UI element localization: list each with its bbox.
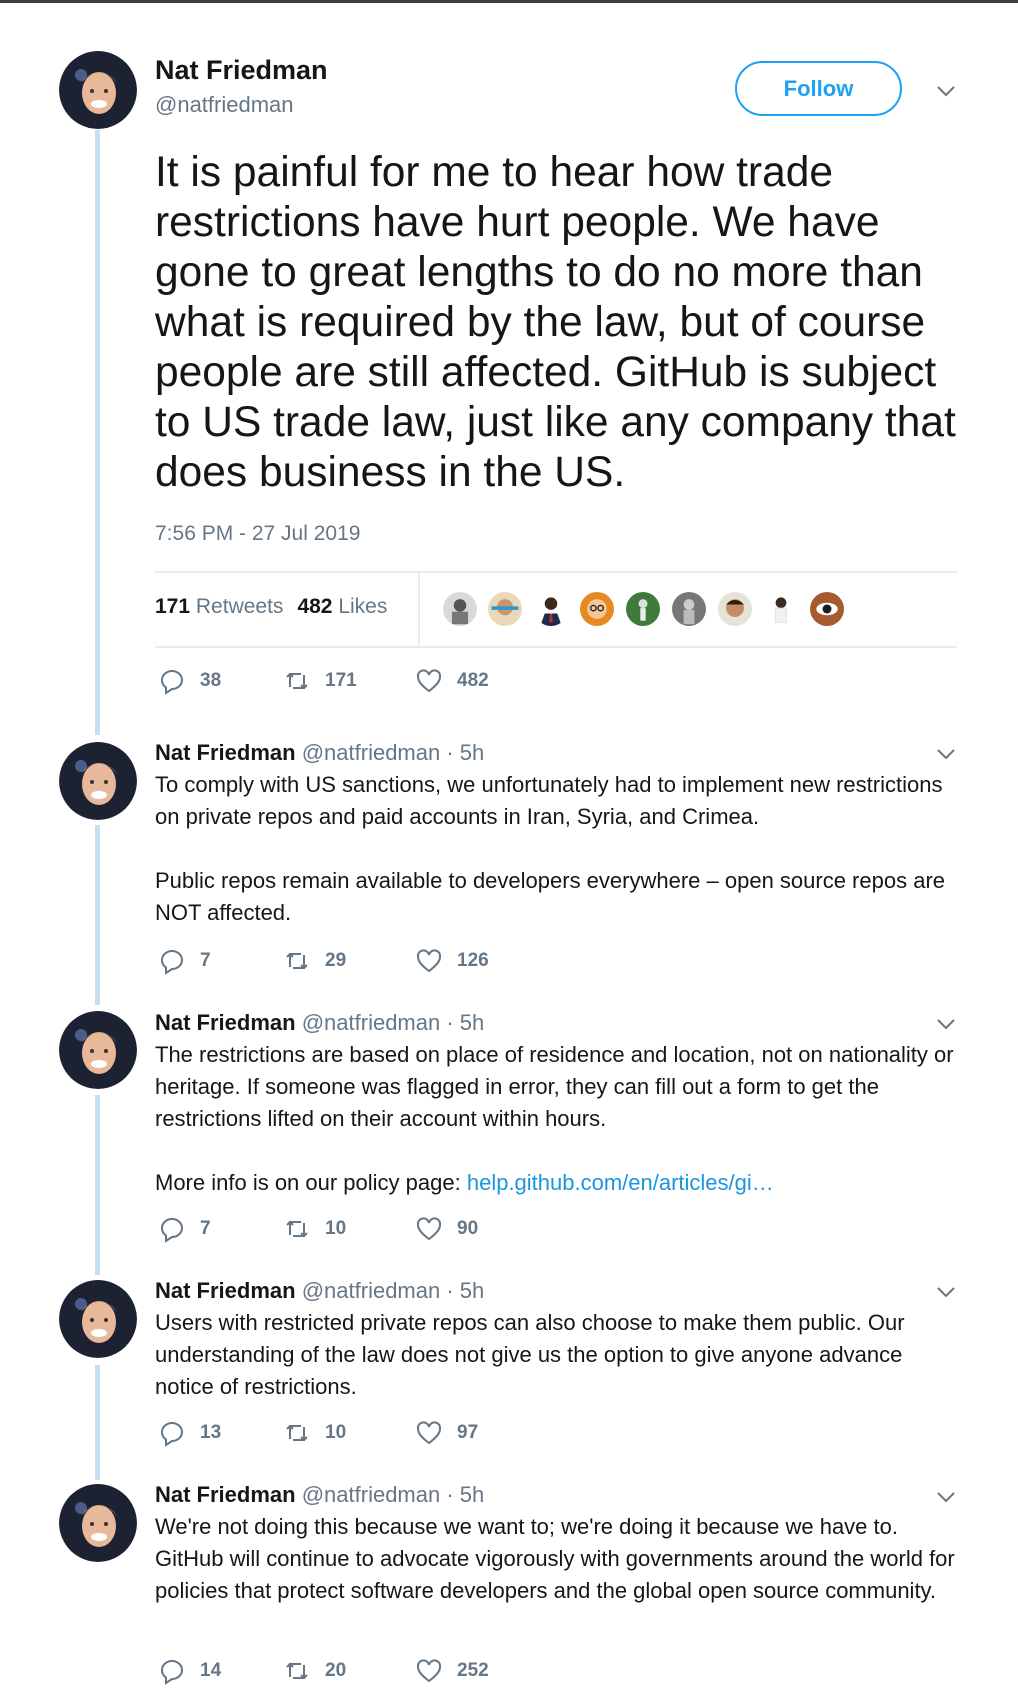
like-action[interactable]: 126 bbox=[415, 947, 489, 975]
retweets-stat[interactable]: 171 Retweets bbox=[155, 595, 283, 619]
divider bbox=[155, 646, 957, 648]
reply-header[interactable]: Nat Friedman @natfriedman · 5h bbox=[155, 1010, 484, 1036]
tweet-timestamp[interactable]: 7:56 PM - 27 Jul 2019 bbox=[155, 522, 360, 546]
like-action[interactable]: 482 bbox=[415, 667, 489, 695]
chevron-down-icon[interactable] bbox=[935, 1281, 957, 1303]
liker-avatar[interactable] bbox=[441, 590, 479, 628]
like-count: 482 bbox=[457, 670, 489, 691]
avatar[interactable] bbox=[59, 742, 137, 820]
author-name[interactable]: Nat Friedman bbox=[155, 55, 328, 86]
heart-icon bbox=[416, 1659, 442, 1683]
heart-icon bbox=[416, 1217, 442, 1241]
divider bbox=[418, 571, 420, 647]
policy-link[interactable]: help.github.com/en/articles/gi… bbox=[467, 1170, 774, 1195]
reply-action[interactable]: 7 bbox=[158, 1215, 211, 1243]
heart-icon bbox=[416, 949, 442, 973]
like-count: 90 bbox=[457, 1218, 479, 1239]
thread-line bbox=[95, 1365, 100, 1480]
reply-count: 38 bbox=[200, 670, 222, 691]
liker-avatar[interactable] bbox=[762, 590, 800, 628]
retweet-action[interactable]: 20 bbox=[283, 1657, 346, 1685]
reply-text: The restrictions are based on place of r… bbox=[155, 1039, 965, 1199]
speech-bubble-icon bbox=[161, 1218, 183, 1243]
heart-icon bbox=[416, 1421, 442, 1445]
reply-count: 7 bbox=[200, 1218, 211, 1239]
retweet-icon bbox=[286, 672, 308, 690]
avatar[interactable] bbox=[59, 1011, 137, 1089]
heart-icon bbox=[416, 669, 442, 693]
thread-line bbox=[95, 825, 100, 1005]
reply-header[interactable]: Nat Friedman @natfriedman · 5h bbox=[155, 1482, 484, 1508]
speech-bubble-icon bbox=[161, 1660, 183, 1685]
reply-text: Users with restricted private repos can … bbox=[155, 1310, 905, 1399]
chevron-down-icon[interactable] bbox=[935, 1486, 957, 1508]
likes-stat[interactable]: 482 Likes bbox=[297, 595, 387, 619]
tweet-text: It is painful for me to hear how trade r… bbox=[155, 149, 956, 496]
tweet-stats: 171 Retweets 482 Likes bbox=[155, 595, 387, 619]
liker-avatar[interactable] bbox=[532, 590, 570, 628]
retweet-count: 20 bbox=[325, 1660, 347, 1681]
author-handle[interactable]: @natfriedman bbox=[155, 92, 294, 118]
window-top-border bbox=[0, 0, 1018, 3]
like-action[interactable]: 97 bbox=[415, 1419, 478, 1447]
avatar[interactable] bbox=[59, 1484, 137, 1562]
chevron-down-icon[interactable] bbox=[935, 80, 957, 102]
thread-line bbox=[95, 1095, 100, 1275]
liker-avatar[interactable] bbox=[808, 590, 846, 628]
divider bbox=[155, 571, 957, 573]
reply-text: We're not doing this because we want to;… bbox=[155, 1514, 955, 1603]
more-info-line: More info is on our policy page: help.gi… bbox=[155, 1170, 774, 1195]
retweet-action[interactable]: 10 bbox=[283, 1419, 346, 1447]
retweet-count: 171 bbox=[325, 670, 357, 691]
thread-line bbox=[95, 130, 100, 735]
like-action[interactable]: 90 bbox=[415, 1215, 478, 1243]
liker-avatar[interactable] bbox=[486, 590, 524, 628]
liker-avatar[interactable] bbox=[670, 590, 708, 628]
liker-avatar[interactable] bbox=[716, 590, 754, 628]
retweet-icon bbox=[286, 1220, 308, 1238]
like-count: 97 bbox=[457, 1422, 479, 1443]
reply-count: 14 bbox=[200, 1660, 222, 1681]
avatar[interactable] bbox=[59, 1280, 137, 1358]
retweet-action[interactable]: 10 bbox=[283, 1215, 346, 1243]
liker-avatar[interactable] bbox=[624, 590, 662, 628]
reply-header[interactable]: Nat Friedman @natfriedman · 5h bbox=[155, 740, 484, 766]
chevron-down-icon[interactable] bbox=[935, 1013, 957, 1035]
reply-header[interactable]: Nat Friedman @natfriedman · 5h bbox=[155, 1278, 484, 1304]
reply-action[interactable]: 13 bbox=[158, 1419, 221, 1447]
speech-bubble-icon bbox=[161, 670, 183, 695]
speech-bubble-icon bbox=[161, 950, 183, 975]
reply-count: 13 bbox=[200, 1422, 222, 1443]
retweet-count: 29 bbox=[325, 950, 347, 971]
retweet-count: 10 bbox=[325, 1422, 347, 1443]
reply-action[interactable]: 38 bbox=[158, 667, 221, 695]
like-count: 126 bbox=[457, 950, 489, 971]
retweet-action[interactable]: 29 bbox=[283, 947, 346, 975]
retweet-icon bbox=[286, 952, 308, 970]
retweet-icon bbox=[286, 1424, 308, 1442]
avatar[interactable] bbox=[59, 51, 137, 129]
reply-action[interactable]: 7 bbox=[158, 947, 211, 975]
reply-text: To comply with US sanctions, we unfortun… bbox=[155, 772, 946, 925]
reply-count: 7 bbox=[200, 950, 211, 971]
speech-bubble-icon bbox=[161, 1422, 183, 1447]
like-action[interactable]: 252 bbox=[415, 1657, 489, 1685]
retweet-icon bbox=[286, 1662, 308, 1680]
like-count: 252 bbox=[457, 1660, 489, 1681]
liker-avatar[interactable] bbox=[578, 590, 616, 628]
retweet-count: 10 bbox=[325, 1218, 347, 1239]
follow-button[interactable]: Follow bbox=[735, 61, 902, 116]
retweet-action[interactable]: 171 bbox=[283, 667, 357, 695]
reply-action[interactable]: 14 bbox=[158, 1657, 221, 1685]
chevron-down-icon[interactable] bbox=[935, 743, 957, 765]
